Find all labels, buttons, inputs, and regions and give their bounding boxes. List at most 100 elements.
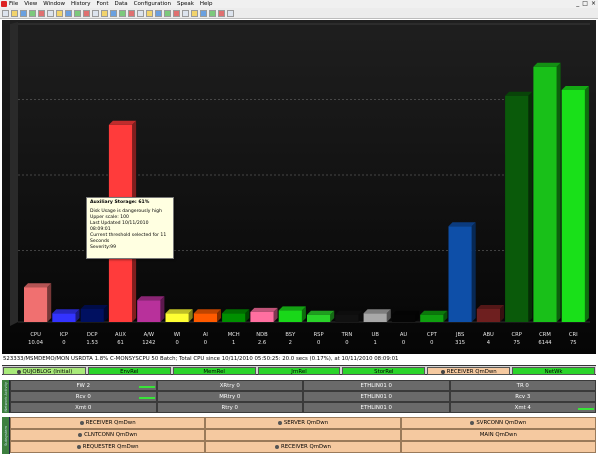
print-icon[interactable] <box>20 9 27 17</box>
network-cell[interactable]: ETHLIN01 0 <box>303 402 450 413</box>
object-status-2[interactable]: MemRel <box>172 367 256 375</box>
sort-icon[interactable] <box>119 9 126 17</box>
network-cell[interactable]: Rtry 0 <box>156 402 303 413</box>
export-icon[interactable] <box>182 9 189 17</box>
subsystem-cell[interactable]: RECEIVER QmDwn <box>205 441 401 453</box>
subsystem-cell[interactable]: REQUESTER QmDwn <box>10 441 206 453</box>
home-icon[interactable] <box>200 9 207 17</box>
network-cell[interactable]: MRtry 0 <box>156 391 303 402</box>
bar-dcp[interactable] <box>80 304 108 322</box>
network-cell[interactable]: FW 2 <box>10 380 157 391</box>
app-icon <box>1 1 7 7</box>
bar-mch[interactable] <box>222 309 250 322</box>
object-status-5[interactable]: RECEIVER QmDwn <box>427 367 511 375</box>
graph-icon[interactable] <box>164 9 171 17</box>
subsystem-cell[interactable] <box>205 429 401 441</box>
bar-trn[interactable] <box>335 310 363 322</box>
table-icon[interactable] <box>83 9 90 17</box>
x-tick-label: MCH <box>228 332 240 338</box>
menu-bar: File View Window History Font Data Confi… <box>0 0 598 8</box>
save-icon[interactable] <box>11 9 18 17</box>
cut-icon[interactable] <box>29 9 36 17</box>
object-status-1[interactable]: EnvRel <box>87 367 171 375</box>
menu-history[interactable]: History <box>71 0 91 8</box>
menu-window[interactable]: Window <box>43 0 65 8</box>
bar-wi[interactable] <box>165 309 193 322</box>
open-icon[interactable] <box>2 9 9 17</box>
bar-aw[interactable] <box>137 296 165 322</box>
subsystem-cell[interactable]: SVRCONN QmDwn <box>400 417 596 429</box>
grid-icon[interactable] <box>173 9 180 17</box>
info-icon[interactable] <box>227 9 234 17</box>
bar-ub[interactable] <box>363 309 391 322</box>
status-line: 523333/MSMDEMO/MON USRDTA 1.8% C-MONSYSC… <box>2 354 596 364</box>
value-label: 2.6 <box>258 340 266 346</box>
network-cell[interactable]: XRtry 0 <box>156 380 303 391</box>
stop-icon[interactable] <box>209 9 216 17</box>
object-status-4[interactable]: StorRel <box>342 367 426 375</box>
bar-au[interactable] <box>391 310 420 322</box>
subsystem-cell[interactable]: MAIN QmDwn <box>400 429 596 441</box>
object-status-0[interactable]: QUJOBLOG (Initial) <box>3 367 86 375</box>
value-label: 0 <box>345 340 348 346</box>
bar-jbs[interactable] <box>448 222 476 322</box>
zoom-out-icon[interactable] <box>110 9 117 17</box>
paste-icon[interactable] <box>47 9 54 17</box>
maximize-button[interactable]: □ <box>582 0 588 8</box>
menu-font[interactable]: Font <box>97 0 109 8</box>
object-status-6[interactable]: NetWk <box>512 367 596 375</box>
find-icon[interactable] <box>56 9 63 17</box>
network-cell[interactable]: ETHLIN01 0 <box>303 391 450 402</box>
bar-cpt[interactable] <box>420 310 448 322</box>
x-tick-label: JBS <box>455 332 464 338</box>
bar-cpu[interactable] <box>24 283 52 322</box>
minimize-button[interactable]: _ <box>576 0 579 8</box>
settings-icon[interactable] <box>137 9 144 17</box>
bar-bsy[interactable] <box>278 306 306 322</box>
filter-icon[interactable] <box>92 9 99 17</box>
network-cell[interactable]: Rcv 0 <box>10 391 157 402</box>
copy-icon[interactable] <box>38 9 45 17</box>
bar-ndb[interactable] <box>250 307 278 322</box>
color-icon[interactable] <box>128 9 135 17</box>
network-cell[interactable]: ETHLIN01 0 <box>303 380 450 391</box>
refresh-icon[interactable] <box>65 9 72 17</box>
zoom-in-icon[interactable] <box>101 9 108 17</box>
value-label: 0 <box>204 340 207 346</box>
menu-file[interactable]: File <box>9 0 18 8</box>
subsystem-status-icon <box>470 420 475 425</box>
subsystem-cell[interactable]: RECEIVER QmDwn <box>10 417 206 429</box>
menu-help[interactable]: Help <box>200 0 213 8</box>
bar-abu[interactable] <box>476 304 505 322</box>
close-button[interactable]: × <box>591 0 596 8</box>
subsystem-cell[interactable]: CLNTCONN QmDwn <box>10 429 206 441</box>
chart-tooltip: Auxiliary Storage: 61% Disk Usage is dan… <box>86 197 174 259</box>
bar-ai[interactable] <box>193 309 222 322</box>
chart-icon[interactable] <box>74 9 81 17</box>
subsystem-label: REQUESTER QmDwn <box>82 444 139 450</box>
subsystem-label: RECEIVER QmDwn <box>85 420 136 426</box>
subsystem-cell[interactable]: SERVER QmDwn <box>205 417 401 429</box>
subsystem-cell[interactable] <box>400 441 596 453</box>
import-icon[interactable] <box>191 9 198 17</box>
menu-speak[interactable]: Speak <box>177 0 194 8</box>
bar-icp[interactable] <box>52 309 80 322</box>
network-cell[interactable]: TR 0 <box>449 380 596 391</box>
network-cell[interactable]: Xmt 4 <box>449 402 596 413</box>
tooltip-line: Current threshold selected for 11 Second… <box>90 233 167 244</box>
network-gutter-label: Network Activity <box>3 381 8 412</box>
value-label: 61 <box>117 340 124 346</box>
network-cell[interactable]: Xmt 0 <box>10 402 157 413</box>
network-cell[interactable]: Rcv 3 <box>449 391 596 402</box>
play-icon[interactable] <box>218 9 225 17</box>
help-icon[interactable] <box>155 9 162 17</box>
object-status-3[interactable]: JrnRel <box>257 367 341 375</box>
menu-data[interactable]: Data <box>115 0 128 8</box>
menu-view[interactable]: View <box>24 0 37 8</box>
bar-crp[interactable] <box>505 91 533 322</box>
bar-crm[interactable] <box>533 62 561 323</box>
bar-rsp[interactable] <box>307 310 335 322</box>
bar-cri[interactable] <box>561 86 589 322</box>
alert-icon[interactable] <box>146 9 153 17</box>
menu-configuration[interactable]: Configuration <box>134 0 171 8</box>
